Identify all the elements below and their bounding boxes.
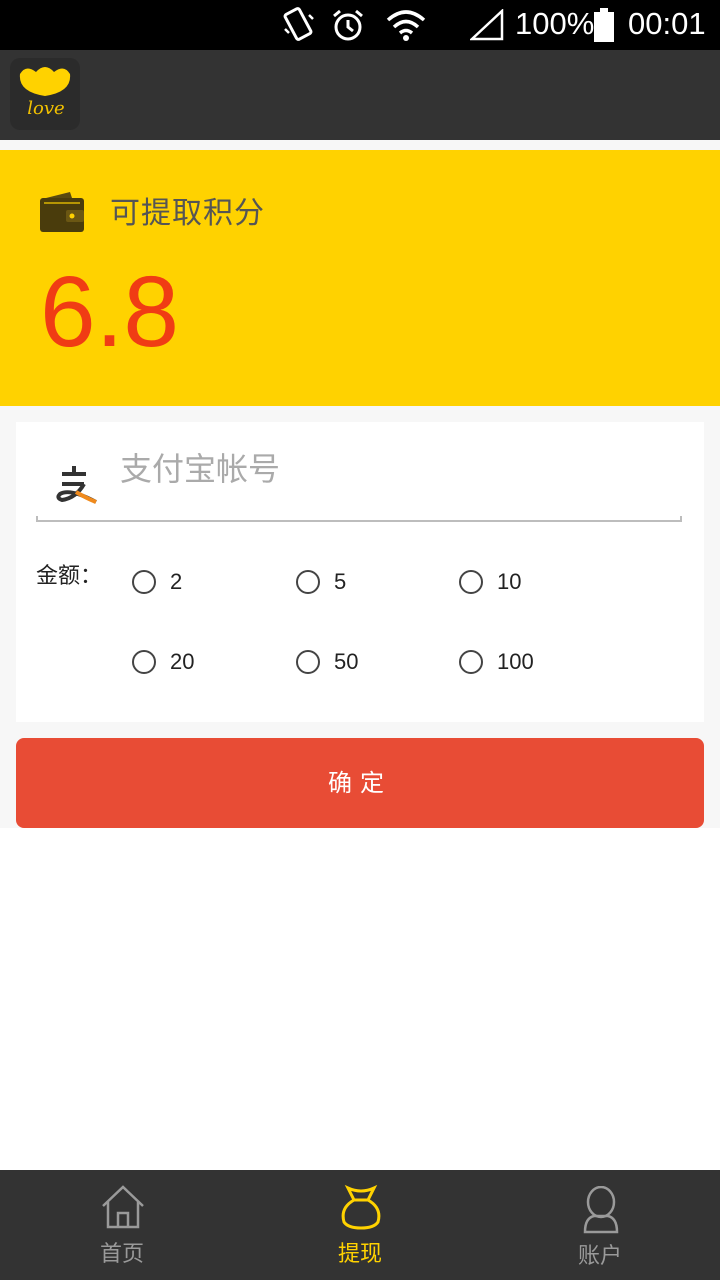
logo-text: love — [27, 98, 65, 119]
nav-label-withdraw: 提现 — [337, 1242, 382, 1267]
status-bar: 100% 00:01 — [0, 0, 720, 50]
battery-percent: 100% — [515, 6, 595, 41]
amount-option-5[interactable]: 5 — [296, 566, 346, 598]
amount-option-label: 20 — [170, 649, 195, 674]
amount-option-100[interactable]: 100 — [459, 646, 534, 678]
radio-circle[interactable] — [296, 570, 320, 594]
user-icon — [583, 1186, 619, 1234]
points-panel: 可提取积分 6.8 — [0, 150, 720, 406]
radio-circle[interactable] — [296, 650, 320, 674]
clock: 00:01 — [628, 6, 706, 41]
radio-circle[interactable] — [132, 650, 156, 674]
alarm-icon — [333, 9, 363, 41]
signal-icon — [470, 9, 504, 41]
spacer — [0, 140, 720, 150]
app-bar: love — [0, 50, 720, 140]
confirm-button[interactable]: 确定 — [16, 738, 704, 828]
bottom-nav: 首页 提现 账户 — [0, 1170, 720, 1280]
amount-option-label: 5 — [334, 569, 347, 594]
radio-circle[interactable] — [132, 570, 156, 594]
radio-circle[interactable] — [459, 570, 483, 594]
radio-circle[interactable] — [459, 650, 483, 674]
nav-label-home: 首页 — [99, 1242, 144, 1267]
input-underline — [36, 516, 682, 522]
withdraw-form: 金额： 2 5 10 20 50 100 — [16, 422, 704, 722]
alipay-account-input[interactable] — [120, 444, 680, 494]
amount-option-label: 100 — [497, 649, 534, 674]
amount-label: 金额： — [36, 564, 103, 589]
battery-icon — [594, 8, 614, 42]
amount-option-label: 50 — [334, 649, 359, 674]
nav-item-withdraw[interactable]: 提现 — [240, 1170, 480, 1280]
alipay-icon — [56, 466, 97, 504]
nav-item-home[interactable]: 首页 — [2, 1170, 242, 1280]
home-icon — [102, 1185, 144, 1229]
points-label: 可提取积分 — [110, 196, 265, 231]
amount-option-20[interactable]: 20 — [132, 646, 194, 678]
amount-option-label: 2 — [170, 569, 183, 594]
points-value: 6.8 — [40, 256, 180, 368]
amount-option-50[interactable]: 50 — [296, 646, 358, 678]
amount-option-label: 10 — [497, 569, 522, 594]
amount-option-10[interactable]: 10 — [459, 566, 521, 598]
amount-option-2[interactable]: 2 — [132, 566, 182, 598]
wifi-icon — [386, 10, 426, 41]
money-bag-icon — [341, 1184, 381, 1230]
nav-item-account[interactable]: 账户 — [480, 1170, 720, 1280]
app-logo[interactable]: love — [10, 58, 80, 130]
wallet-icon — [40, 192, 84, 232]
crown-icon — [19, 67, 71, 96]
vibrate-icon — [283, 7, 314, 41]
nav-label-account: 账户 — [577, 1244, 622, 1269]
